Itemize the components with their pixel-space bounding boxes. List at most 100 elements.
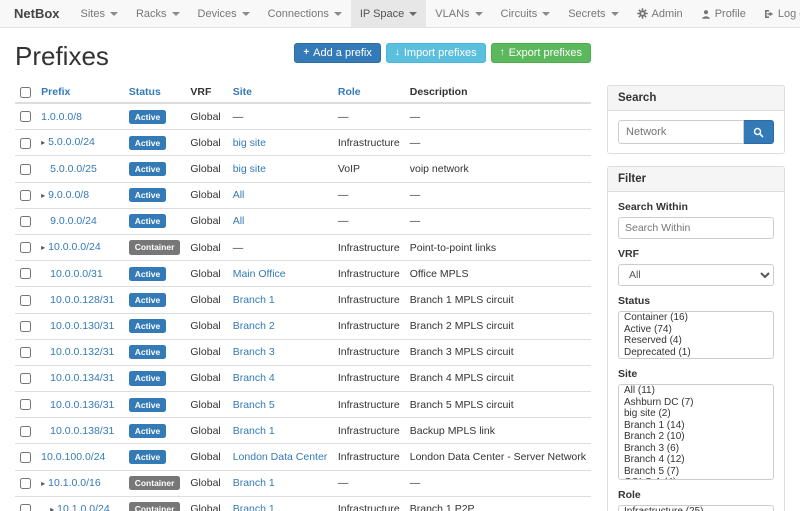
prefix-link[interactable]: 5.0.0.0/24 [48,136,95,148]
filter-option[interactable]: Ashburn DC (7) [619,397,773,409]
filter-option[interactable]: big site (2) [619,408,773,420]
main-column: Prefixes +Add a prefix↓Import prefixes↑E… [15,28,591,511]
prefix-link[interactable]: 9.0.0.0/8 [48,189,89,201]
site-link[interactable]: Branch 2 [233,320,275,332]
column-header-prefix[interactable]: Prefix [36,82,124,103]
prefix-cell: 10.0.100.0/24 [36,444,124,470]
filter-option[interactable]: Reserved (4) [619,335,773,347]
site-link[interactable]: Branch 1 [233,425,275,437]
app-brand[interactable]: NetBox [14,0,60,27]
prefix-link[interactable]: 10.0.0.0/24 [48,241,101,253]
search-button[interactable] [744,120,774,144]
row-checkbox[interactable] [20,426,31,437]
filter-option[interactable]: Branch 5 (7) [619,466,773,478]
search-within-input[interactable] [618,217,774,239]
row-checkbox[interactable] [20,478,31,489]
navbar: NetBox SitesRacksDevicesConnectionsIP Sp… [0,0,800,28]
prefix-link[interactable]: 10.0.0.138/31 [50,425,114,437]
column-header-site[interactable]: Site [228,82,333,103]
site-link[interactable]: Branch 3 [233,346,275,358]
site-link[interactable]: Main Office [233,268,286,280]
row-checkbox[interactable] [20,373,31,384]
add-button[interactable]: +Add a prefix [294,43,381,63]
row-checkbox[interactable] [20,138,31,149]
filter-option[interactable]: Active (74) [619,324,773,336]
prefix-link[interactable]: 10.0.0.134/31 [50,372,114,384]
nav-item-racks[interactable]: Racks [127,0,189,27]
row-checkbox[interactable] [20,111,31,122]
site-link[interactable]: Branch 4 [233,372,275,384]
column-header-status[interactable]: Status [124,82,186,103]
search-input[interactable] [618,120,744,144]
prefix-link[interactable]: 10.0.0.0/31 [50,268,103,280]
role-cell: Infrastructure [333,496,405,511]
column-header-role[interactable]: Role [333,82,405,103]
nav-item-log-out[interactable]: Log out [755,0,800,27]
site-cell: London Data Center [228,444,333,470]
site-link[interactable]: big site [233,163,266,175]
nav-item-ip-space[interactable]: IP Space [351,0,426,27]
prefix-link[interactable]: 10.1.0.0/16 [48,477,101,489]
site-link[interactable]: All [233,189,245,201]
prefix-link[interactable]: 5.0.0.0/25 [50,163,97,175]
prefix-link[interactable]: 10.0.0.136/31 [50,399,114,411]
row-checkbox[interactable] [20,347,31,358]
import-button[interactable]: ↓Import prefixes [386,43,486,63]
site-link[interactable]: Branch 1 [233,503,275,511]
filter-option[interactable]: Container (16) [619,312,773,324]
role-value: Infrastructure [338,346,400,358]
site-link[interactable]: Branch 1 [233,477,275,489]
nav-item-profile[interactable]: Profile [692,0,755,27]
row-checkbox[interactable] [20,295,31,306]
prefix-table: PrefixStatusVRFSiteRoleDescription 1.0.0… [15,82,591,511]
row-checkbox[interactable] [20,452,31,463]
row-checkbox[interactable] [20,190,31,201]
nav-item-circuits[interactable]: Circuits [492,0,560,27]
site-link[interactable]: Branch 1 [233,294,275,306]
site-link[interactable]: Branch 5 [233,399,275,411]
filter-option[interactable]: COLO-1 (4) [619,477,773,480]
site-link[interactable]: All [233,215,245,227]
row-checkbox[interactable] [20,504,31,511]
caret-right-icon: ▸ [50,505,54,511]
prefix-link[interactable]: 10.1.0.0/24 [57,503,110,511]
prefix-link[interactable]: 10.0.100.0/24 [41,451,105,463]
filter-option[interactable]: Branch 4 (12) [619,454,773,466]
select-all-checkbox[interactable] [20,87,31,98]
nav-item-vlans[interactable]: VLANs [426,0,491,27]
row-checkbox[interactable] [20,399,31,410]
vrf-cell: Global [185,418,227,444]
row-checkbox[interactable] [20,268,31,279]
row-checkbox[interactable] [20,164,31,175]
vrf-value: Global [190,503,220,511]
vrf-select[interactable]: All [618,264,774,286]
prefix-link[interactable]: 9.0.0.0/24 [50,215,97,227]
prefix-link[interactable]: 10.0.0.132/31 [50,346,114,358]
filter-option[interactable]: Infrastructure (25) [619,506,773,511]
row-checkbox[interactable] [20,216,31,227]
nav-item-sites[interactable]: Sites [72,0,127,27]
filter-option[interactable]: Branch 3 (6) [619,443,773,455]
filter-option[interactable]: Deprecated (1) [619,347,773,359]
nav-item-devices[interactable]: Devices [189,0,259,27]
nav-item-connections[interactable]: Connections [259,0,351,27]
filter-option[interactable]: Branch 2 (10) [619,431,773,443]
nav-item-admin[interactable]: Admin [628,0,692,27]
site-link[interactable]: big site [233,137,266,149]
row-checkbox[interactable] [20,242,31,253]
site-filter-listbox[interactable]: All (11)Ashburn DC (7)big site (2)Branch… [618,384,774,480]
role-filter-listbox[interactable]: Infrastructure (25)Management (8)Private… [618,505,774,511]
prefix-cell: ▸9.0.0.0/8 [36,182,124,208]
filter-option[interactable]: All (11) [619,385,773,397]
nav-item-secrets[interactable]: Secrets [559,0,627,27]
prefix-link[interactable]: 1.0.0.0/8 [41,111,82,123]
site-link[interactable]: London Data Center [233,451,328,463]
row-checkbox[interactable] [20,321,31,332]
row-select-cell [15,208,36,234]
prefix-link[interactable]: 10.0.0.128/31 [50,294,114,306]
status-filter-listbox[interactable]: Container (16)Active (74)Reserved (4)Dep… [618,311,774,359]
prefix-cell: 10.0.0.0/31 [36,261,124,287]
prefix-link[interactable]: 10.0.0.130/31 [50,320,114,332]
filter-option[interactable]: Branch 1 (14) [619,420,773,432]
export-button[interactable]: ↑Export prefixes [491,43,591,63]
